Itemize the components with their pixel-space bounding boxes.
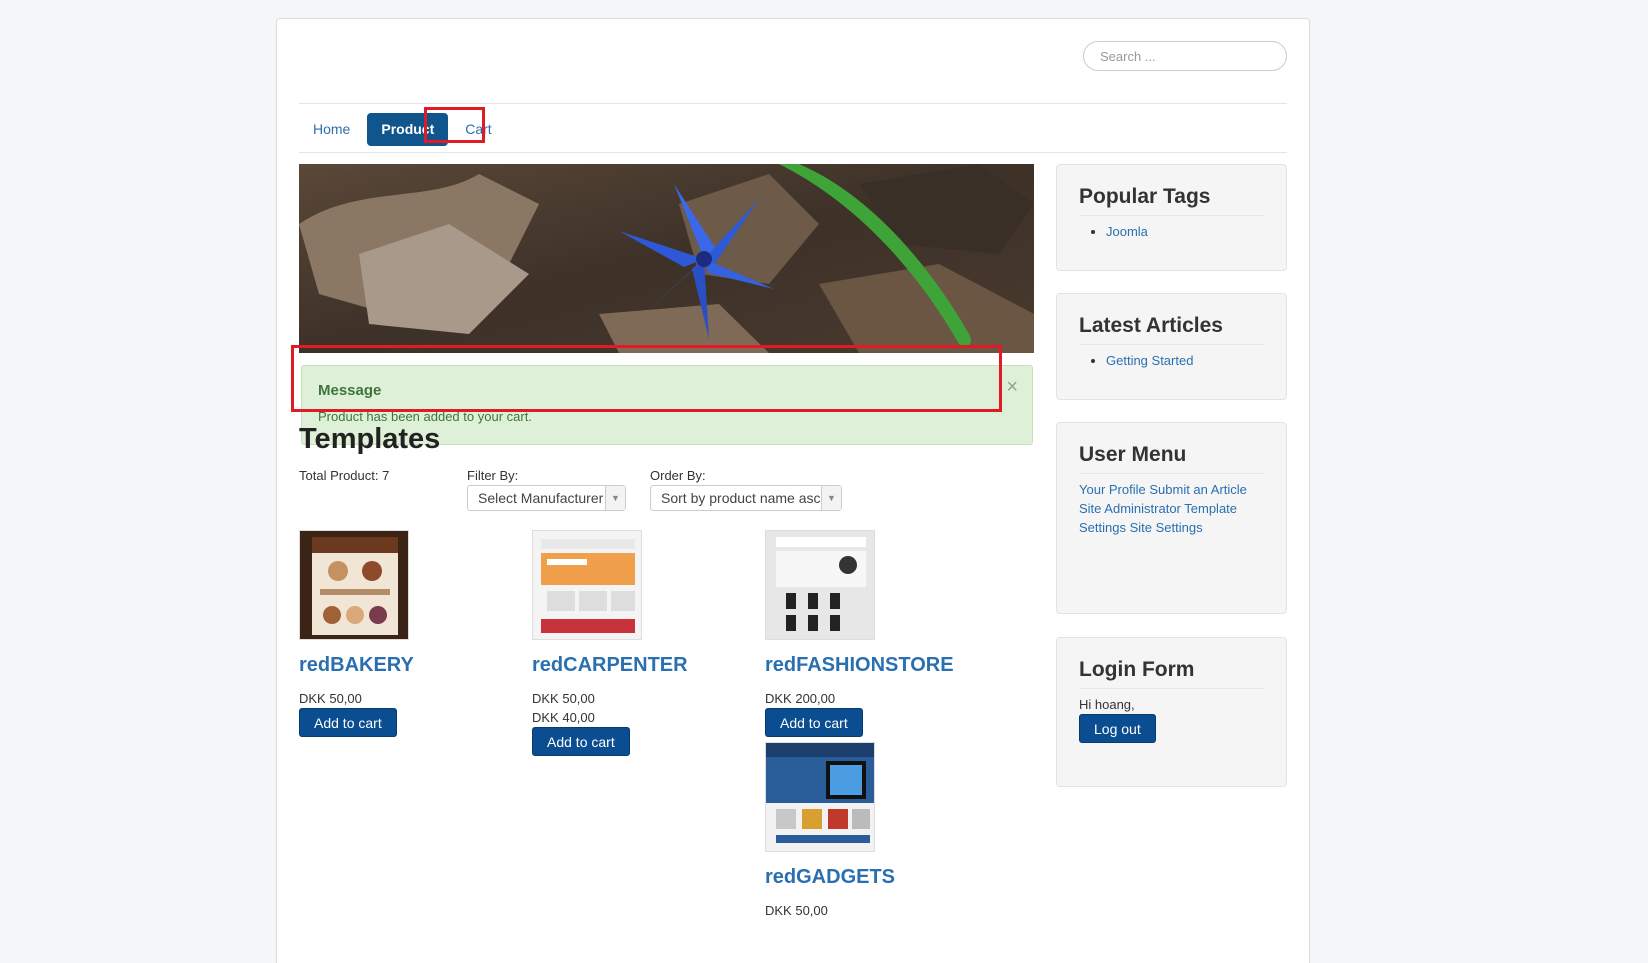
product-thumbnail[interactable] [299,530,409,640]
chevron-down-icon: ▼ [605,486,625,510]
alert-message: Product has been added to your cart. [318,409,532,424]
banner-image [299,164,1034,353]
module-title: User Menu [1079,443,1264,474]
manufacturer-select-value: Select Manufacturer [478,490,604,506]
add-to-cart-button[interactable]: Add to cart [532,727,630,756]
total-products: Total Product: 7 [299,468,390,483]
manufacturer-select[interactable]: Select Manufacturer ▼ [467,485,626,511]
product-price: DKK 50,00 [765,903,828,918]
order-label: Order By: [650,468,706,483]
nav-cart[interactable]: Cart [451,113,505,146]
menu-item-submit-article[interactable]: Submit an Article [1149,482,1247,497]
login-form-module: Login Form Hi hoang, Log out [1056,637,1287,787]
product-card: redFASHIONSTORE DKK 200,00 Add to cart [765,530,954,737]
product-thumbnail[interactable] [765,742,875,852]
module-title: Latest Articles [1079,314,1264,345]
nav-product[interactable]: Product [367,113,449,146]
latest-articles-module: Latest Articles Getting Started [1056,293,1287,400]
menu-item-your-profile[interactable]: Your Profile [1079,482,1146,497]
product-thumbnail[interactable] [765,530,875,640]
product-discount-price: DKK 40,00 [532,710,595,725]
user-menu-module: User Menu Your Profile Submit an Article… [1056,422,1287,614]
chevron-down-icon: ▼ [821,486,841,510]
main-nav: Home Product Cart [299,113,509,146]
order-select-value: Sort by product name asc [661,490,821,506]
product-card: redBAKERY DKK 50,00 Add to cart [299,530,414,737]
product-card: redCARPENTER DKK 50,00 DKK 40,00 Add to … [532,530,688,756]
product-name[interactable]: redCARPENTER [532,654,688,677]
page-title: Templates [299,423,441,455]
divider [299,103,1287,104]
product-price: DKK 50,00 [299,691,362,706]
product-card: redGADGETS DKK 50,00 [765,742,895,920]
logout-button[interactable]: Log out [1079,714,1156,743]
filter-label: Filter By: [467,468,519,483]
product-name[interactable]: redBAKERY [299,654,414,677]
login-greeting: Hi hoang, [1079,697,1135,712]
add-to-cart-button[interactable]: Add to cart [765,708,863,737]
article-link[interactable]: Getting Started [1106,353,1193,368]
menu-item-site-administrator[interactable]: Site Administrator [1079,501,1181,516]
divider [299,152,1287,153]
module-title: Popular Tags [1079,185,1264,216]
product-price: DKK 50,00 [532,691,595,706]
product-thumbnail[interactable] [532,530,642,640]
product-name[interactable]: redFASHIONSTORE [765,654,954,677]
alert-title: Message [318,382,382,399]
product-price: DKK 200,00 [765,691,836,706]
popular-tags-module: Popular Tags Joomla [1056,164,1287,271]
nav-home[interactable]: Home [299,113,364,146]
order-select[interactable]: Sort by product name asc ▼ [650,485,842,511]
menu-item-site-settings[interactable]: Site Settings [1130,520,1203,535]
tag-link[interactable]: Joomla [1106,224,1148,239]
search-input[interactable] [1083,41,1287,71]
close-icon[interactable]: × [1006,376,1018,399]
module-title: Login Form [1079,658,1264,689]
add-to-cart-button[interactable]: Add to cart [299,708,397,737]
page-container: Home Product Cart [276,18,1310,963]
product-name[interactable]: redGADGETS [765,866,895,889]
